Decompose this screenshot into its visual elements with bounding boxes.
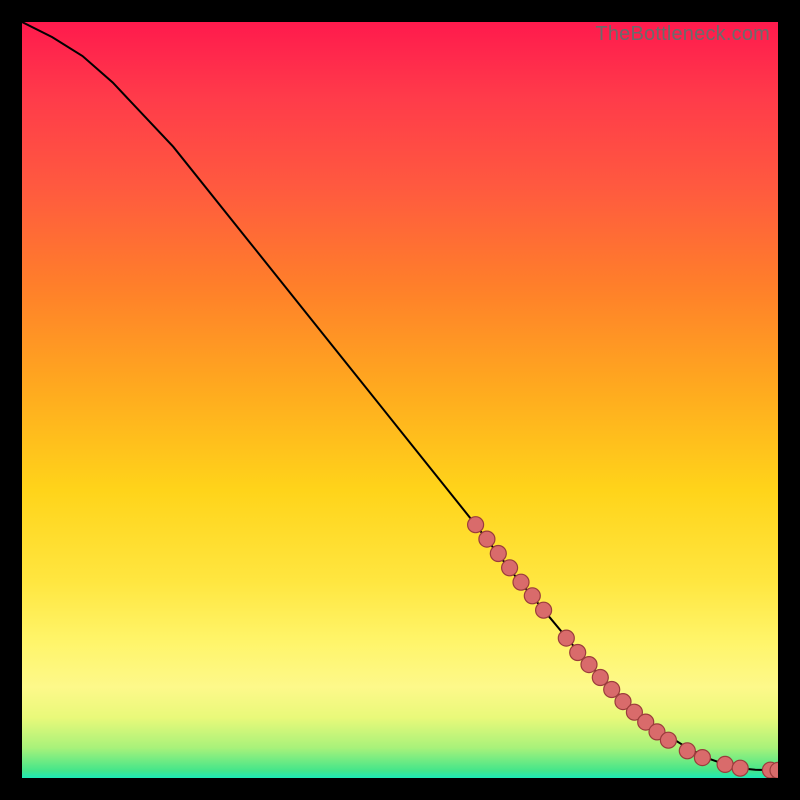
data-point bbox=[604, 682, 620, 698]
data-point bbox=[694, 750, 710, 766]
data-point bbox=[649, 724, 665, 740]
data-point bbox=[490, 546, 506, 562]
data-point bbox=[502, 560, 518, 576]
data-point bbox=[479, 531, 495, 547]
data-point bbox=[762, 762, 778, 778]
data-point bbox=[581, 657, 597, 673]
data-points bbox=[468, 517, 778, 778]
data-point bbox=[468, 517, 484, 533]
data-point bbox=[679, 743, 695, 759]
watermark-text: TheBottleneck.com bbox=[595, 23, 770, 46]
curve-line bbox=[22, 22, 778, 770]
data-point bbox=[592, 670, 608, 686]
data-point bbox=[660, 732, 676, 748]
data-point bbox=[626, 704, 642, 720]
data-point bbox=[558, 630, 574, 646]
plot-area: TheBottleneck.com bbox=[22, 22, 778, 778]
data-point bbox=[536, 602, 552, 618]
data-point bbox=[570, 645, 586, 661]
data-point bbox=[732, 760, 748, 776]
data-point bbox=[615, 694, 631, 710]
chart-overlay bbox=[22, 22, 778, 778]
data-point bbox=[717, 756, 733, 772]
data-point bbox=[638, 714, 654, 730]
chart-stage: TheBottleneck.com bbox=[0, 0, 800, 800]
data-point bbox=[524, 588, 540, 604]
data-point bbox=[770, 762, 778, 778]
data-point bbox=[513, 574, 529, 590]
